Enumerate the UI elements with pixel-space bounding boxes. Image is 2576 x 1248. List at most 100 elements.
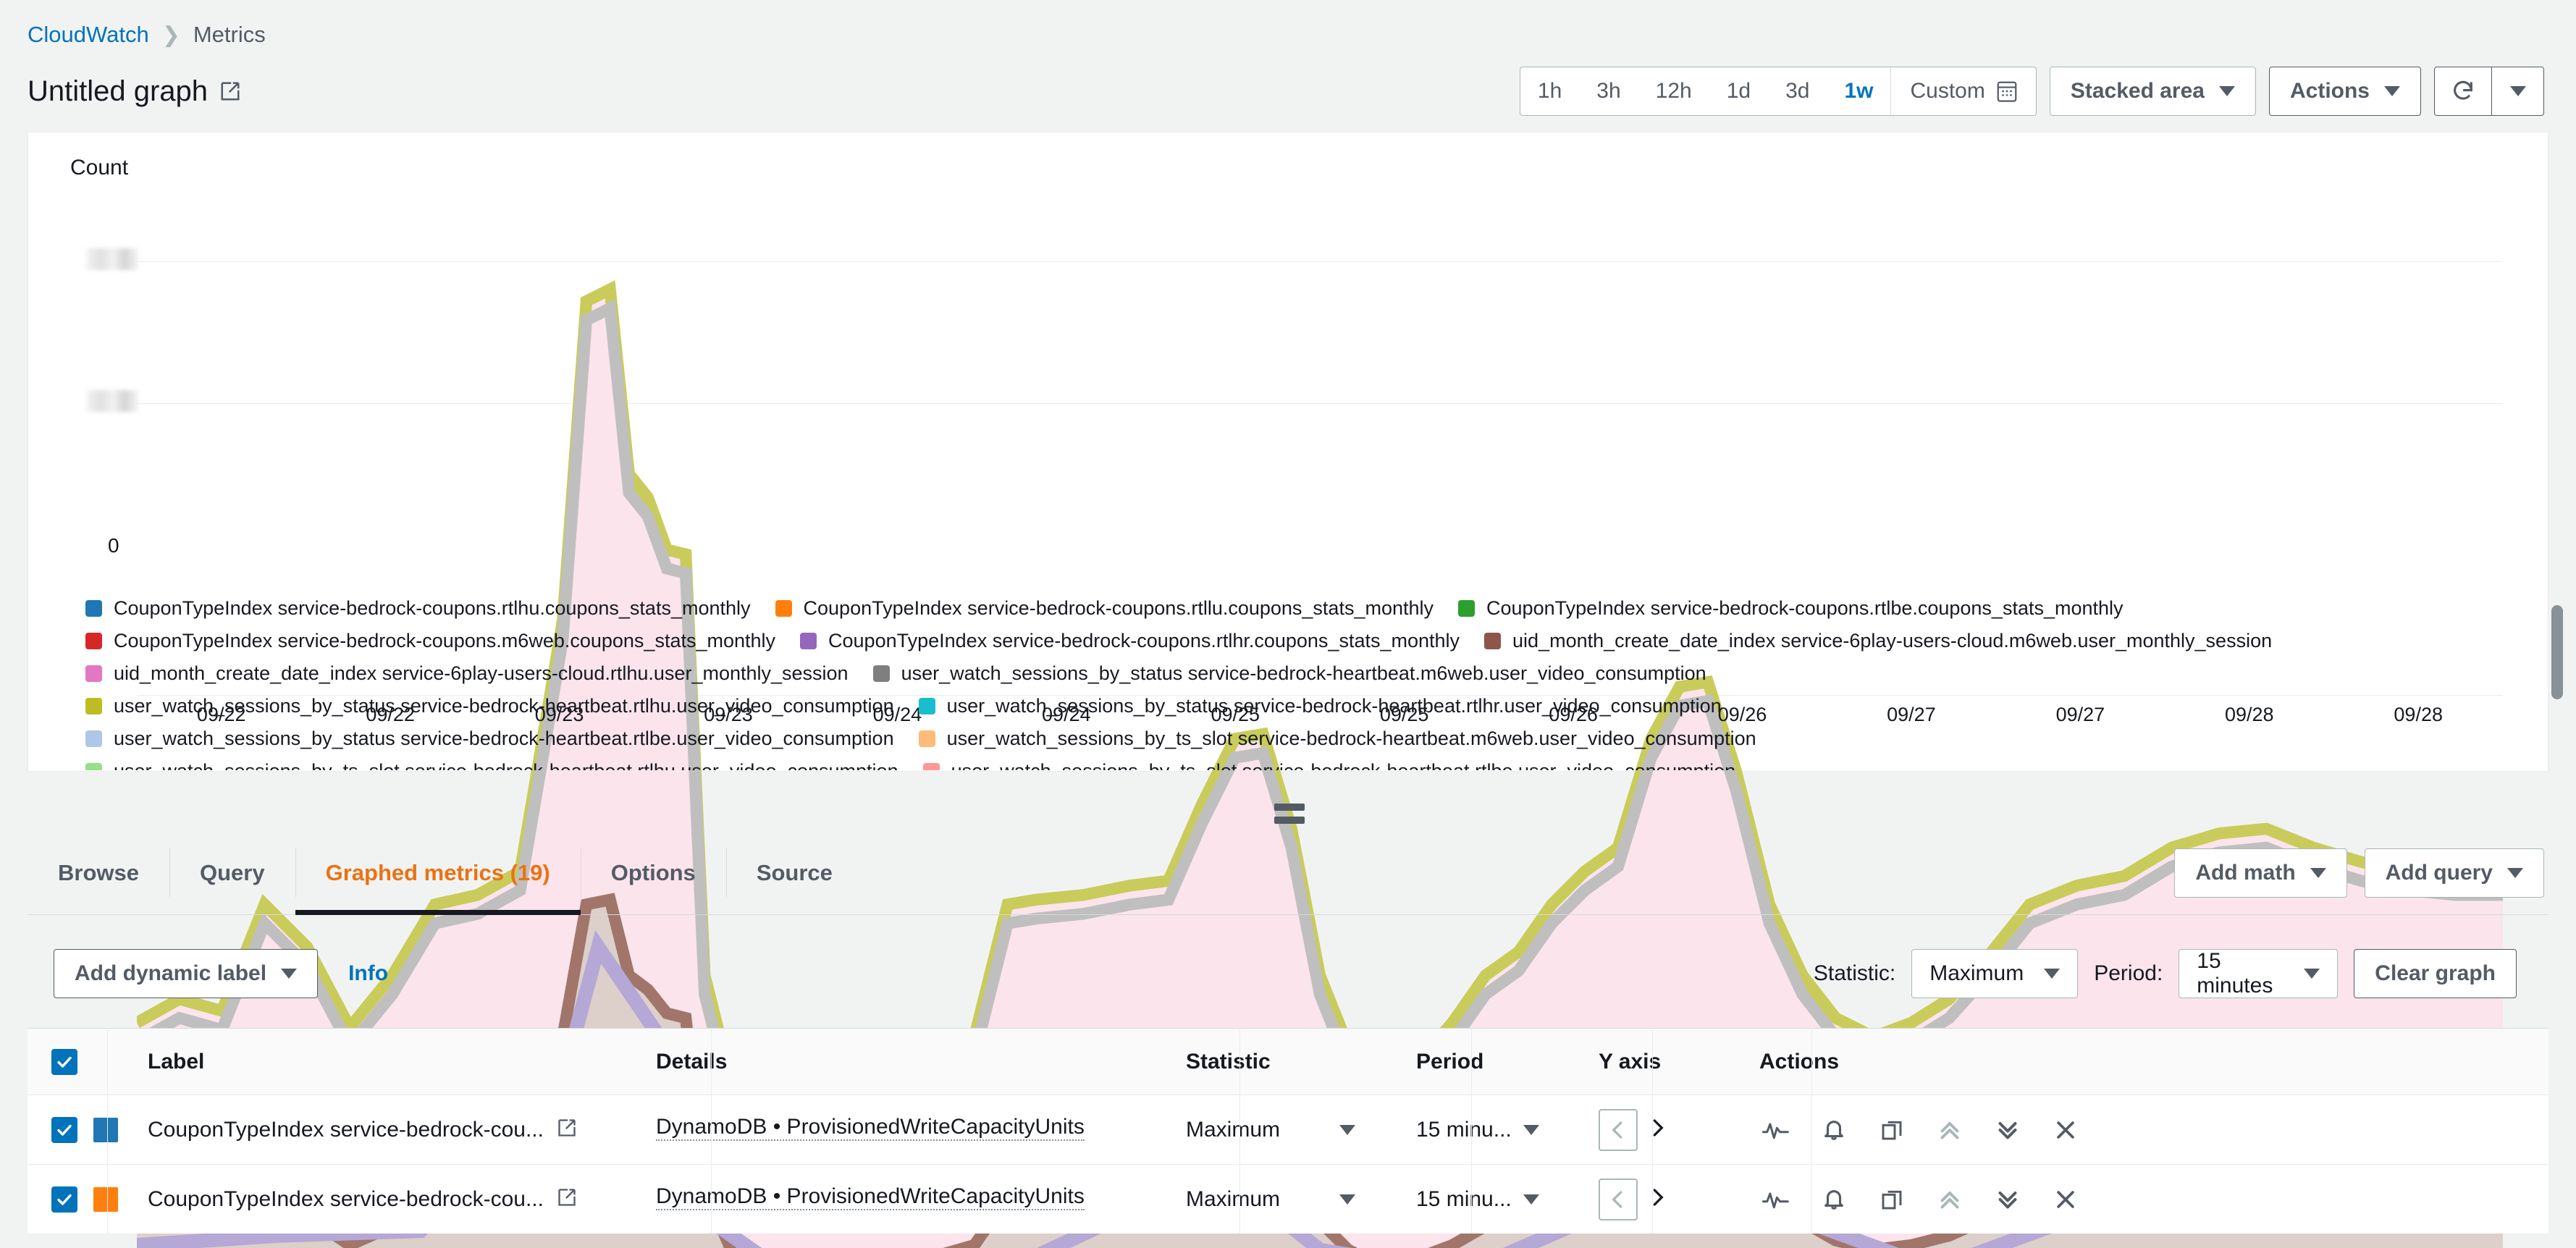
range-1d[interactable]: 1d xyxy=(1709,67,1768,115)
row-statistic-cell[interactable]: Maximum xyxy=(1167,1187,1399,1212)
chevron-down-icon xyxy=(2384,86,2400,96)
row-checkbox[interactable] xyxy=(51,1186,77,1213)
anomaly-detection-icon[interactable] xyxy=(1759,1183,1793,1216)
legend-item[interactable]: user_watch_sessions_by_ts_slot service-b… xyxy=(923,760,1736,770)
add-math-dropdown[interactable]: Add math xyxy=(2174,848,2346,898)
period-select[interactable]: 15 minutes xyxy=(2179,949,2338,998)
legend-item[interactable]: CouponTypeIndex service-bedrock-coupons.… xyxy=(1458,597,2123,620)
remove-icon[interactable] xyxy=(2049,1113,2082,1147)
chart-legend: CouponTypeIndex service-bedrock-coupons.… xyxy=(85,592,2504,770)
legend-label: user_watch_sessions_by_ts_slot service-b… xyxy=(951,760,1736,770)
move-up-icon[interactable] xyxy=(1933,1183,1966,1216)
row-statistic-cell[interactable]: Maximum xyxy=(1167,1118,1399,1142)
edit-pencil-icon[interactable] xyxy=(557,1118,577,1142)
legend-scrollbar[interactable] xyxy=(2551,605,2563,699)
legend-label: uid_month_create_date_index service-6pla… xyxy=(114,662,849,685)
row-color-cell[interactable] xyxy=(80,1118,132,1142)
range-12h[interactable]: 12h xyxy=(1638,67,1709,115)
legend-row: CouponTypeIndex service-bedrock-coupons.… xyxy=(85,625,2504,657)
row-actions-cell xyxy=(1739,1183,2548,1216)
legend-item[interactable]: CouponTypeIndex service-bedrock-coupons.… xyxy=(800,630,1460,652)
row-checkbox[interactable] xyxy=(51,1117,77,1143)
refresh-options-dropdown[interactable] xyxy=(2492,67,2544,116)
move-down-icon[interactable] xyxy=(1991,1113,2024,1147)
legend-row: uid_month_create_date_index service-6pla… xyxy=(85,657,2504,690)
legend-item[interactable]: uid_month_create_date_index service-6pla… xyxy=(1484,630,2272,652)
move-up-icon[interactable] xyxy=(1933,1113,1966,1147)
range-3h[interactable]: 3h xyxy=(1579,67,1638,115)
remove-icon[interactable] xyxy=(2049,1183,2082,1216)
legend-item[interactable]: user_watch_sessions_by_status service-be… xyxy=(919,695,1722,717)
add-dynamic-label-dropdown[interactable]: Add dynamic label xyxy=(54,949,318,998)
info-link[interactable]: Info xyxy=(348,961,388,986)
y-axis-right-icon[interactable] xyxy=(1646,1186,1668,1212)
anomaly-detection-icon[interactable] xyxy=(1759,1113,1793,1147)
column-header-label: Label xyxy=(148,1050,204,1074)
breadcrumb-metrics[interactable]: Metrics xyxy=(193,22,266,48)
clear-graph-button[interactable]: Clear graph xyxy=(2354,949,2517,998)
y-tick-zero: 0 xyxy=(108,534,119,557)
row-period-cell[interactable]: 15 minu... xyxy=(1399,1118,1580,1142)
tabs-actions: Add math Add query xyxy=(2174,831,2548,914)
legend-item[interactable]: CouponTypeIndex service-bedrock-coupons.… xyxy=(85,630,775,652)
legend-swatch xyxy=(1458,600,1475,617)
chevron-down-icon xyxy=(2310,868,2326,878)
chevron-down-icon xyxy=(1523,1194,1539,1205)
row-yaxis-cell xyxy=(1580,1109,1739,1151)
legend-item[interactable]: uid_month_create_date_index service-6pla… xyxy=(85,662,849,685)
row-details-link[interactable]: DynamoDB • ProvisionedWriteCapacityUnits xyxy=(656,1115,1085,1141)
y-axis-right-icon[interactable] xyxy=(1646,1117,1668,1142)
legend-item[interactable]: user_watch_sessions_by_ts_slot service-b… xyxy=(85,760,898,770)
column-header-statistic: Statistic xyxy=(1186,1050,1271,1074)
tab-source[interactable]: Source xyxy=(726,831,863,914)
add-query-dropdown[interactable]: Add query xyxy=(2365,848,2544,898)
row-details-link[interactable]: DynamoDB • ProvisionedWriteCapacityUnits xyxy=(656,1184,1085,1210)
range-1w[interactable]: 1w xyxy=(1827,67,1890,115)
legend-item[interactable]: CouponTypeIndex service-bedrock-coupons.… xyxy=(85,597,751,620)
breadcrumb-cloudwatch[interactable]: CloudWatch xyxy=(28,22,149,48)
legend-item[interactable]: user_watch_sessions_by_ts_slot service-b… xyxy=(919,728,1756,750)
range-3d[interactable]: 3d xyxy=(1768,67,1827,115)
chevron-down-icon xyxy=(2507,868,2523,878)
legend-item[interactable]: user_watch_sessions_by_status service-be… xyxy=(85,695,894,717)
table-row[interactable]: CouponTypeIndex service-bedrock-cou... D… xyxy=(28,1095,2548,1164)
series-color-swatch xyxy=(93,1118,118,1142)
row-statistic-value: Maximum xyxy=(1186,1118,1280,1142)
period-header-cell: Period xyxy=(1399,1050,1580,1074)
tab-browse[interactable]: Browse xyxy=(28,831,169,914)
custom-range-button[interactable]: Custom xyxy=(1891,67,2035,115)
tab-options[interactable]: Options xyxy=(581,831,726,914)
period-value: 15 minutes xyxy=(2197,949,2284,998)
legend-row: user_watch_sessions_by_status service-be… xyxy=(85,690,2504,722)
legend-item[interactable]: user_watch_sessions_by_status service-be… xyxy=(85,728,894,750)
y-axis-left-icon[interactable] xyxy=(1599,1179,1638,1220)
actions-dropdown[interactable]: Actions xyxy=(2269,67,2421,116)
duplicate-icon[interactable] xyxy=(1875,1113,1908,1147)
select-all-checkbox[interactable] xyxy=(51,1049,77,1075)
row-color-cell[interactable] xyxy=(80,1187,132,1212)
alarm-bell-icon[interactable] xyxy=(1817,1113,1851,1147)
table-row[interactable]: CouponTypeIndex service-bedrock-cou... D… xyxy=(28,1164,2548,1234)
refresh-button[interactable] xyxy=(2434,67,2492,116)
panel-resize-handle[interactable] xyxy=(1274,804,1305,830)
tab-query[interactable]: Query xyxy=(169,831,295,914)
legend-row: user_watch_sessions_by_ts_slot service-b… xyxy=(85,755,2504,770)
table-column-divider xyxy=(107,1028,108,1234)
statistic-select[interactable]: Maximum xyxy=(1911,949,2078,998)
legend-item[interactable]: user_watch_sessions_by_status service-be… xyxy=(873,662,1706,685)
legend-swatch xyxy=(85,600,102,617)
tab-graphed-metrics[interactable]: Graphed metrics (19) xyxy=(295,831,581,914)
legend-item[interactable]: CouponTypeIndex service-bedrock-coupons.… xyxy=(775,597,1434,620)
move-down-icon[interactable] xyxy=(1991,1183,2024,1216)
y-axis-left-icon[interactable] xyxy=(1599,1109,1638,1151)
edit-pencil-icon[interactable] xyxy=(557,1187,577,1211)
alarm-bell-icon[interactable] xyxy=(1817,1183,1851,1216)
duplicate-icon[interactable] xyxy=(1875,1183,1908,1216)
edit-pencil-icon[interactable] xyxy=(219,80,241,102)
row-period-cell[interactable]: 15 minu... xyxy=(1399,1187,1580,1212)
row-statistic-value: Maximum xyxy=(1186,1187,1280,1212)
graph-type-dropdown[interactable]: Stacked area xyxy=(2050,67,2256,116)
range-1h[interactable]: 1h xyxy=(1520,67,1579,115)
row-label-cell: CouponTypeIndex service-bedrock-cou... xyxy=(132,1187,639,1212)
add-query-label: Add query xyxy=(2386,861,2493,885)
